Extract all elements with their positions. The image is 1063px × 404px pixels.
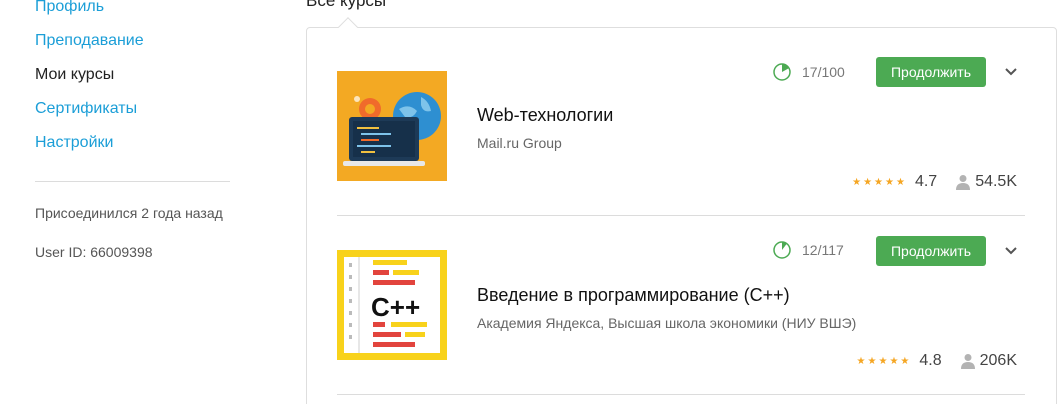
web-technologies-icon [337, 71, 447, 181]
course-progress: 17/100 [772, 62, 845, 82]
course-thumbnail-web[interactable] [337, 71, 447, 181]
chevron-down-icon[interactable] [1003, 64, 1019, 80]
cpp-icon: C++ [337, 250, 447, 360]
continue-button[interactable]: Продолжить [876, 236, 986, 266]
course-title[interactable]: Web-технологии [477, 105, 613, 126]
progress-ring-fill [782, 242, 787, 250]
sidebar-item-teaching[interactable]: Преподавание [35, 32, 144, 50]
progress-text: 17/100 [802, 64, 845, 80]
learners-count: 206K [979, 352, 1017, 369]
user-icon [960, 354, 975, 369]
rating-value: 4.8 [919, 352, 942, 369]
sidebar-item-settings[interactable]: Настройки [35, 134, 113, 152]
star-rating-icon: ★★★★★ [856, 355, 912, 367]
star-rating-icon: ★★★★★ [852, 176, 907, 188]
course-thumbnail-cpp[interactable]: C++ [337, 250, 447, 360]
progress-text: 12/117 [802, 242, 844, 258]
course-progress: 12/117 [772, 240, 844, 260]
progress-ring-icon [773, 241, 791, 259]
sidebar-item-certificates[interactable]: Сертификаты [35, 100, 137, 118]
row-divider [337, 394, 1025, 395]
sidebar-item-profile[interactable]: Профиль [35, 0, 104, 16]
sidebar-item-my-courses[interactable]: Мои курсы [35, 66, 114, 84]
user-icon [956, 175, 971, 190]
user-id: User ID: 66009398 [35, 244, 153, 260]
learners: 206K [960, 352, 1017, 370]
continue-button[interactable]: Продолжить [876, 57, 986, 87]
progress-ring-icon [773, 63, 791, 81]
course-title[interactable]: Введение в программирование (C++) [477, 285, 790, 306]
progress-ring-fill [782, 64, 790, 72]
course-rating: ★★★★★ 4.7 54.5K [852, 173, 1017, 191]
sidebar-divider [35, 181, 230, 182]
learners: 54.5K [955, 173, 1017, 191]
learners-count: 54.5K [975, 173, 1017, 190]
rating-value: 4.7 [914, 173, 938, 190]
chevron-down-icon[interactable] [1003, 243, 1019, 259]
course-org[interactable]: Mail.ru Group [477, 135, 562, 151]
course-rating: ★★★★★ 4.8 206K [857, 352, 1017, 370]
joined-info: Присоединился 2 года назад [35, 205, 223, 221]
row-divider [337, 215, 1025, 216]
cpp-logo-text: C++ [371, 292, 420, 322]
section-title: Все курсы [306, 0, 387, 10]
course-org[interactable]: Академия Яндекса, Высшая школа экономики… [477, 315, 856, 331]
